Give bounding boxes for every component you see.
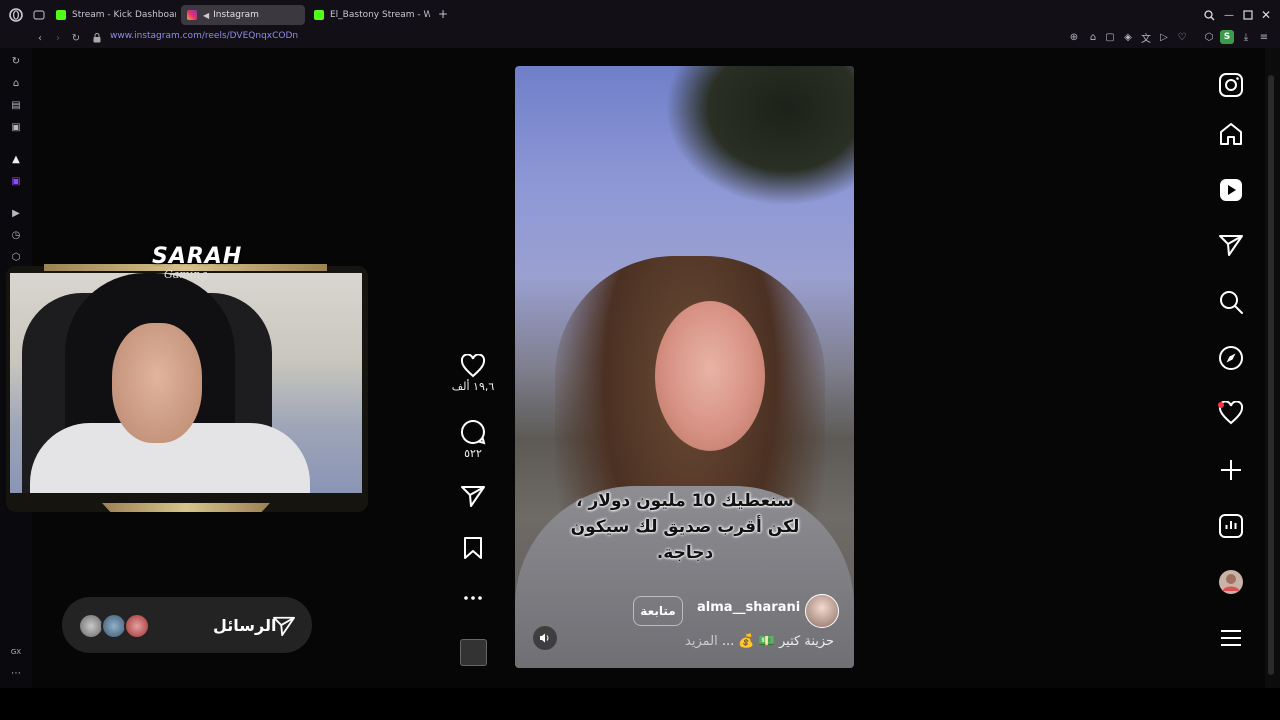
- close-window-button[interactable]: ✕: [1259, 8, 1273, 22]
- scrollbar-thumb[interactable]: [1268, 75, 1274, 675]
- sidebar-player-icon[interactable]: ▶: [9, 206, 23, 220]
- instagram-icon: [187, 10, 197, 20]
- pin-icon[interactable]: ⌂: [1087, 31, 1099, 43]
- message-avatar-3: [124, 613, 150, 639]
- heart-icon[interactable]: [460, 354, 486, 378]
- tab-instagram[interactable]: ◀ Instagram: [181, 5, 305, 25]
- messages-icon[interactable]: [1218, 233, 1244, 259]
- minimize-button[interactable]: —: [1222, 8, 1236, 22]
- messages-label: الرسائل: [213, 616, 277, 635]
- zoom-icon[interactable]: ⊕: [1068, 31, 1080, 43]
- forward-button[interactable]: ›: [52, 31, 64, 45]
- heart-toolbar-icon[interactable]: ♡: [1176, 31, 1188, 43]
- tree-canopy: [665, 66, 854, 206]
- streamer-logo-sub: Gaming: [164, 268, 208, 281]
- comment-action[interactable]: ٥٢٢: [450, 419, 496, 460]
- more-link[interactable]: المزيد: [685, 634, 718, 649]
- reel-author-avatar[interactable]: [805, 594, 839, 628]
- more-icon[interactable]: [462, 588, 484, 608]
- new-tab-button[interactable]: +: [437, 7, 449, 21]
- notifications-icon[interactable]: [1218, 400, 1244, 427]
- url-field[interactable]: www.instagram.com/reels/DVEQnqxCODn: [110, 31, 298, 41]
- translate-icon[interactable]: 文: [1140, 31, 1152, 45]
- profile-avatar-icon[interactable]: [1218, 569, 1244, 595]
- create-icon[interactable]: [1218, 457, 1244, 483]
- streamer-logo: SARAH: [152, 244, 243, 269]
- share-icon[interactable]: [460, 484, 486, 508]
- reels-icon[interactable]: [1218, 177, 1244, 203]
- bookmark-icon[interactable]: [462, 536, 484, 560]
- comment-count: ٥٢٢: [464, 447, 482, 460]
- maximize-button[interactable]: [1241, 8, 1255, 22]
- sidebar-gx-icon[interactable]: ▣: [9, 120, 23, 134]
- extensions-icon[interactable]: ⬡: [1203, 31, 1215, 43]
- sidebar-speed-dial-icon[interactable]: ↻: [9, 54, 23, 68]
- like-count: ١٩,٦ ألف: [451, 380, 495, 393]
- sidebar-extensions-icon[interactable]: ⬡: [9, 250, 23, 264]
- opera-gx-icon[interactable]: [8, 7, 24, 23]
- vpn-icon[interactable]: ▷: [1158, 31, 1170, 43]
- webcam-gold-border-bottom: [102, 503, 270, 512]
- reel-description[interactable]: حزينة كتير 💵 💰 ... المزيد: [685, 634, 834, 649]
- comment-icon[interactable]: [460, 419, 486, 445]
- audio-thumbnail[interactable]: [460, 639, 487, 666]
- webcam-feed: [10, 273, 362, 493]
- sidebar-history-icon[interactable]: ◷: [9, 228, 23, 242]
- more-options-action[interactable]: [450, 588, 496, 608]
- sidebar-twitch-icon[interactable]: ▣: [9, 174, 23, 188]
- speaker-icon[interactable]: ◀: [203, 11, 209, 20]
- download-icon[interactable]: ⤓: [1240, 31, 1252, 43]
- shield-icon[interactable]: ◈: [1122, 31, 1134, 43]
- lock-icon[interactable]: [92, 31, 102, 45]
- save-action[interactable]: [450, 536, 496, 560]
- profile-avatar[interactable]: S: [1220, 30, 1234, 44]
- person-face: [655, 301, 765, 451]
- tab-bar: Stream - Kick Dashboard ◀ Instagram El_B…: [0, 0, 1280, 28]
- bottom-bar: [0, 688, 1280, 720]
- hamburger-menu-icon[interactable]: [1218, 625, 1244, 651]
- snapshot-icon[interactable]: ▢: [1104, 31, 1116, 43]
- tab-kick-dashboard[interactable]: Stream - Kick Dashboard: [56, 5, 176, 25]
- like-action[interactable]: ١٩,٦ ألف: [450, 354, 496, 393]
- search-tabs-icon[interactable]: [1202, 8, 1216, 22]
- sidebar-store-icon[interactable]: ⌂: [9, 76, 23, 90]
- kick-icon: [56, 10, 66, 20]
- follow-button[interactable]: متابعة: [633, 596, 683, 626]
- explore-icon[interactable]: [1218, 345, 1244, 371]
- reel-caption: سنعطيك 10 مليون دولار ، لكن أقرب صديق لك…: [570, 491, 800, 563]
- reload-button[interactable]: ↻: [70, 31, 82, 45]
- mute-button[interactable]: [533, 626, 557, 650]
- streamer-face: [112, 323, 202, 443]
- reel-video[interactable]: سنعطيك 10 مليون دولار ، لكن أقرب صديق لك…: [515, 66, 854, 668]
- share-action[interactable]: [450, 484, 496, 508]
- messages-send-icon: [272, 614, 296, 638]
- menu-icon[interactable]: ≡: [1258, 31, 1270, 43]
- reel-username[interactable]: alma__sharani: [697, 600, 800, 615]
- sidebar-more-icon[interactable]: ⋯: [9, 666, 23, 680]
- back-button[interactable]: ‹: [34, 31, 46, 45]
- search-icon[interactable]: [1218, 289, 1244, 315]
- workspace-icon[interactable]: [32, 8, 46, 22]
- sidebar-aria-icon[interactable]: ▲: [9, 152, 23, 166]
- instagram-logo-icon[interactable]: [1218, 72, 1244, 98]
- home-icon[interactable]: [1218, 121, 1244, 147]
- insights-icon[interactable]: [1218, 513, 1244, 539]
- sidebar-limiter-icon[interactable]: ▤: [9, 98, 23, 112]
- tab-el-bastony-stream[interactable]: El_Bastony Stream - Watc: [314, 5, 430, 25]
- kick-icon: [314, 10, 324, 20]
- sidebar-gx-label[interactable]: GX: [6, 646, 26, 658]
